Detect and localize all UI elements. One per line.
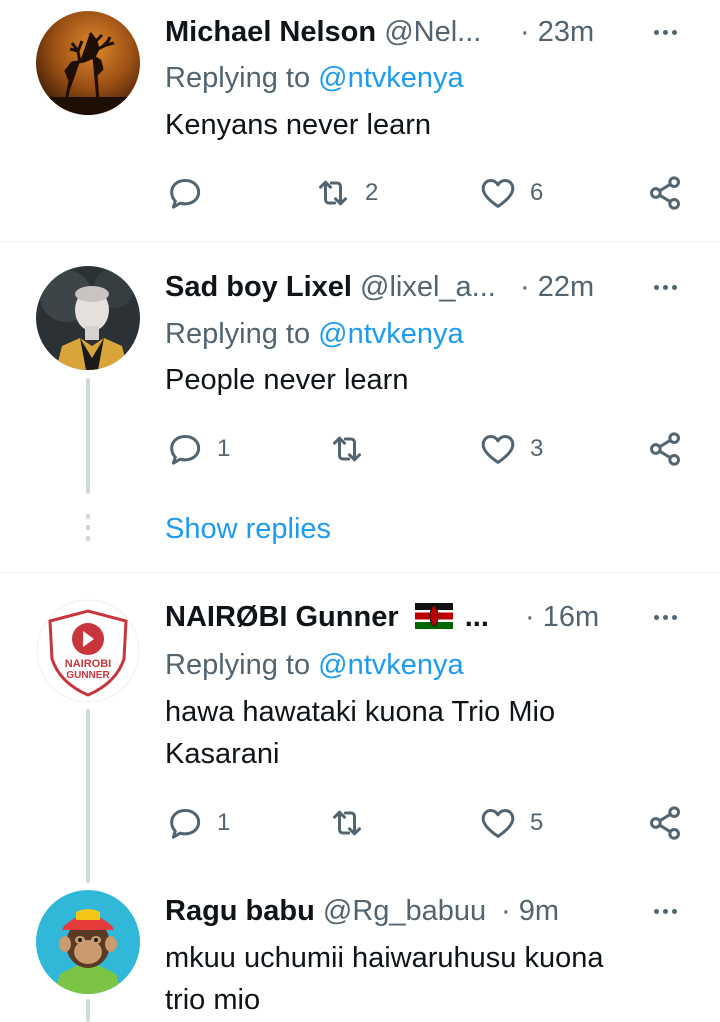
- retweet-button[interactable]: 2: [313, 171, 378, 215]
- svg-text:NAIROBI: NAIROBI: [65, 658, 111, 670]
- retweet-icon: [333, 810, 361, 836]
- tweet[interactable]: Ragu babu @Rg_babuu · 9m mkuu uchumii ha…: [0, 883, 720, 1022]
- tweet-header: Ragu babu @Rg_babuu · 9m: [165, 893, 685, 929]
- display-name[interactable]: Ragu babu: [165, 895, 315, 927]
- display-name[interactable]: Michael Nelson: [165, 16, 376, 48]
- timestamp[interactable]: · 22m: [520, 269, 594, 305]
- tweet[interactable]: Michael Nelson @Nel... · 23m Replying to…: [0, 0, 720, 241]
- reply-icon: [170, 809, 201, 839]
- avatar[interactable]: [36, 890, 140, 994]
- tweet-text: People never learn: [165, 364, 409, 396]
- replying-to: Replying to @ntvkenya: [165, 647, 464, 683]
- replying-to-label: Replying to: [165, 62, 319, 94]
- share-button[interactable]: [645, 171, 685, 215]
- tweet-text: mkuu uchumii haiwaruhusu kuona trio mio: [165, 937, 665, 1021]
- reply-icon: [170, 435, 201, 465]
- replying-to-handle[interactable]: @ntvkenya: [318, 649, 464, 681]
- share-icon: [650, 806, 680, 840]
- monkey-avatar-image: [36, 890, 140, 994]
- tweet-actions: 1 3: [165, 427, 685, 471]
- tweet-actions: 2 6: [165, 171, 685, 215]
- tweet-text-line: mkuu uchumii haiwaruhusu kuona: [165, 942, 604, 974]
- tweet-text-line: trio mio: [165, 984, 261, 1016]
- avatar[interactable]: [36, 11, 140, 115]
- display-name[interactable]: Sad boy Lixel: [165, 271, 352, 303]
- tweet-text-line: hawa hawataki kuona Trio Mio: [165, 696, 556, 728]
- replying-to-label: Replying to: [165, 649, 319, 681]
- retweet-count: 2: [365, 179, 379, 206]
- user-handle[interactable]: ...: [465, 601, 489, 633]
- replying-to-handle[interactable]: @ntvkenya: [318, 62, 464, 94]
- more-options-icon[interactable]: [645, 899, 685, 923]
- retweet-icon: [333, 436, 361, 462]
- like-button[interactable]: 5: [478, 801, 543, 845]
- svg-text:GUNNER: GUNNER: [66, 670, 110, 681]
- share-icon: [650, 176, 680, 210]
- tweet-header: Michael Nelson @Nel... · 23m: [165, 14, 685, 50]
- avatar[interactable]: NAIROBI GUNNER: [36, 599, 140, 703]
- retweet-button[interactable]: [327, 427, 379, 471]
- reply-button[interactable]: [165, 171, 217, 215]
- timestamp[interactable]: · 23m: [520, 14, 594, 50]
- user-handle[interactable]: @Rg_babuu: [323, 895, 486, 927]
- tweet-actions: 1 5: [165, 801, 685, 845]
- nairobi-gunner-logo: NAIROBI GUNNER: [36, 599, 140, 703]
- reply-count: 1: [217, 435, 231, 462]
- timestamp[interactable]: · 9m: [501, 893, 559, 929]
- replying-to-handle[interactable]: @ntvkenya: [318, 318, 464, 350]
- like-button[interactable]: 6: [478, 171, 543, 215]
- reply-button[interactable]: 1: [165, 801, 230, 845]
- timestamp[interactable]: · 16m: [525, 599, 599, 635]
- replying-to: Replying to @ntvkenya: [165, 316, 464, 352]
- user-handle[interactable]: @Nel...: [384, 16, 481, 48]
- heart-icon: [481, 809, 515, 838]
- share-button[interactable]: [645, 801, 685, 845]
- display-name[interactable]: NAIRØBI Gunner: [165, 601, 399, 633]
- tweet-header: NAIRØBI Gunner ... · 16m: [165, 599, 685, 635]
- tweet-text: hawa hawataki kuona Trio Mio Kasarani: [165, 691, 665, 775]
- user-handle[interactable]: @lixel_a...: [360, 271, 496, 303]
- replying-to: Replying to @ntvkenya: [165, 60, 464, 96]
- avatar[interactable]: [36, 266, 140, 370]
- thread-line: [86, 709, 90, 883]
- thread-line: [86, 999, 90, 1022]
- reply-icon: [170, 179, 201, 209]
- thread-line: [86, 378, 90, 494]
- heart-icon: [481, 435, 515, 464]
- kenya-flag-icon: [414, 603, 453, 630]
- tweet-text-line: Kasarani: [165, 738, 280, 770]
- like-button[interactable]: 3: [478, 427, 543, 471]
- tweet-text: Kenyans never learn: [165, 109, 431, 141]
- more-options-icon[interactable]: [645, 605, 685, 629]
- tweet-header: Sad boy Lixel @lixel_a... · 22m: [165, 269, 685, 305]
- thread-gap-dots: [86, 514, 90, 541]
- more-options-icon[interactable]: [645, 275, 685, 299]
- like-count: 5: [530, 809, 544, 836]
- like-count: 3: [530, 435, 544, 462]
- retweet-button[interactable]: [327, 801, 379, 845]
- share-icon: [650, 432, 680, 466]
- share-button[interactable]: [645, 427, 685, 471]
- heart-icon: [481, 179, 515, 208]
- show-replies-link[interactable]: Show replies: [165, 513, 331, 546]
- like-count: 6: [530, 179, 544, 206]
- replying-to-label: Replying to: [165, 318, 319, 350]
- person-avatar-image: [36, 266, 140, 370]
- tweet[interactable]: Sad boy Lixel @lixel_a... · 22m Replying…: [0, 242, 720, 572]
- reply-button[interactable]: 1: [165, 427, 230, 471]
- reply-count: 1: [217, 809, 231, 836]
- retweet-icon: [319, 180, 347, 206]
- more-options-icon[interactable]: [645, 20, 685, 44]
- deer-avatar-image: [36, 11, 140, 115]
- tweet[interactable]: NAIROBI GUNNER NAIRØBI Gunner ... · 16m …: [0, 573, 720, 883]
